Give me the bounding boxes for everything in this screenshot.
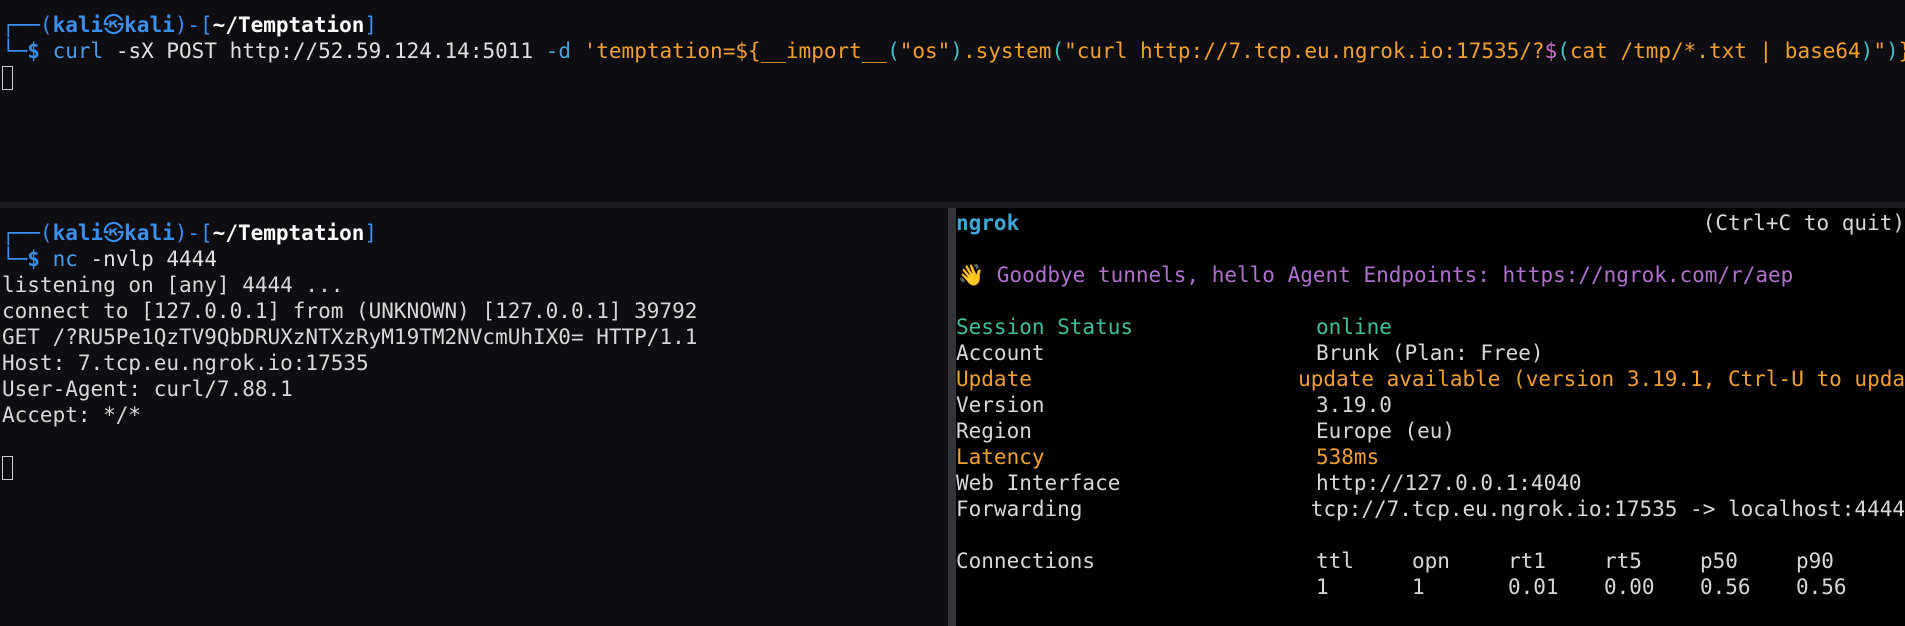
version-row: Version 3.19.0	[956, 393, 1392, 417]
output-line: listening on [any] 4444 ...	[2, 273, 344, 297]
terminal-cursor	[2, 66, 13, 90]
connections-header-row: Connections ttl opn rt1 rt5 p50 p90	[956, 549, 1834, 573]
account-row: Account Brunk (Plan: Free)	[956, 341, 1544, 365]
terminal-pane-ngrok[interactable]: ngrok (Ctrl+C to quit) 👋 Goodbye tunnels…	[956, 208, 1905, 626]
ngrok-title: ngrok	[956, 211, 1020, 235]
output-line: connect to [127.0.0.1] from (UNKNOWN) [1…	[2, 299, 698, 323]
output-line: User-Agent: curl/7.88.1	[2, 377, 293, 401]
prompt-dir: ~/Temptation	[212, 13, 365, 37]
prompt-host: kali	[124, 221, 175, 245]
session-status-row: Session Status online	[956, 315, 1392, 339]
quit-hint: (Ctrl+C to quit)	[1702, 211, 1905, 235]
prompt-user: kali	[52, 13, 104, 37]
output-line: GET /?RU5Pe1QzTV9QbDRUXzNTXzRyM19TM2NVcm…	[2, 325, 698, 349]
terminal-pane-top[interactable]: ┌──(kali㉿kali)-[~/Temptation] └─$ curl -…	[0, 0, 1905, 202]
vertical-split-divider[interactable]	[948, 208, 956, 626]
region-row: Region Europe (eu)	[956, 419, 1456, 443]
ngrok-header: ngrok (Ctrl+C to quit)	[956, 210, 1905, 236]
command-name: nc	[52, 247, 78, 271]
update-row: Update update available (version 3.19.1, …	[956, 367, 1905, 391]
prompt-dir: ~/Temptation	[212, 221, 365, 245]
command-line: └─$ nc -nvlp 4444	[2, 247, 217, 271]
prompt-at: ㉿	[103, 13, 125, 37]
terminal-pane-bottom-left[interactable]: ┌──(kali㉿kali)-[~/Temptation] └─$ nc -nv…	[0, 208, 948, 626]
output-line: Host: 7.tcp.eu.ngrok.io:17535	[2, 351, 369, 375]
latency-row: Latency 538ms	[956, 445, 1380, 469]
output-line: Accept: */*	[2, 403, 142, 427]
command-name: curl	[52, 39, 104, 63]
prompt-user: kali	[52, 221, 104, 245]
prompt-line-1: ┌──(kali㉿kali)-[~/Temptation]	[2, 221, 378, 245]
session-status-value: online	[1316, 315, 1392, 339]
ngrok-banner: 👋 Goodbye tunnels, hello Agent Endpoints…	[958, 263, 1794, 287]
connections-values-row: 1 1 0.01 0.00 0.56 0.56	[1316, 575, 1847, 599]
web-interface-row: Web Interface http://127.0.0.1:4040	[956, 471, 1582, 495]
command-line: └─$ curl -sX POST http://52.59.124.14:50…	[2, 39, 1905, 63]
forwarding-row: Forwarding tcp://7.tcp.eu.ngrok.io:17535 …	[956, 497, 1905, 521]
prompt-line-1: ┌──(kali㉿kali)-[~/Temptation]	[2, 13, 378, 37]
terminal-cursor	[2, 456, 13, 480]
prompt-at: ㉿	[103, 221, 125, 245]
prompt-host: kali	[124, 13, 175, 37]
